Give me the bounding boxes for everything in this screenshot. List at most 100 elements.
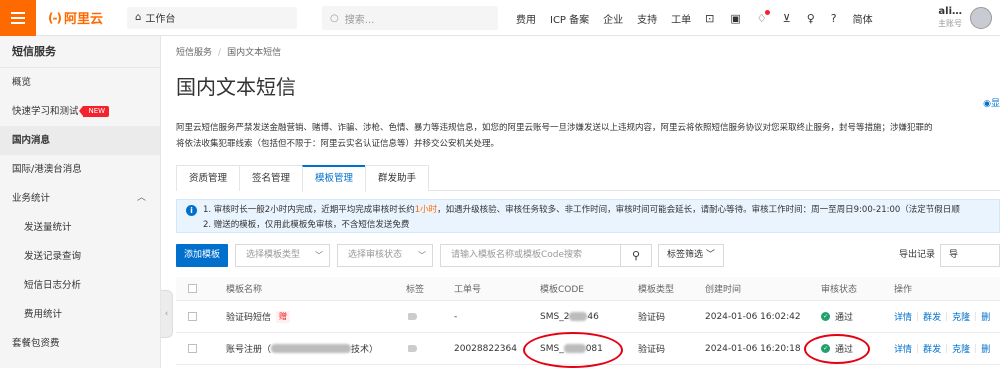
nav-icp[interactable]: ICP 备案 bbox=[550, 11, 589, 26]
menu-icon[interactable] bbox=[0, 0, 36, 36]
search-button[interactable]: ⚲ bbox=[621, 244, 653, 267]
logo-mark: (-) bbox=[48, 10, 62, 25]
clone-link[interactable]: 克隆 bbox=[952, 342, 970, 355]
chevron-up-icon: ︿ bbox=[136, 193, 146, 203]
created-time: 2024-01-06 16:02:42 bbox=[705, 311, 801, 322]
sidebar-item-label: 套餐包资费 bbox=[12, 338, 60, 349]
chevron-down-icon: ﹀ bbox=[705, 250, 715, 260]
detail-link[interactable]: 详情 bbox=[894, 342, 912, 355]
workbench-label: 工作台 bbox=[145, 14, 176, 25]
tab-bulk-send[interactable]: 群发助手 bbox=[365, 165, 430, 191]
toolbar: 添加模板 选择模板类型 ﹀ 选择审核状态 ﹀ 请输入模板名称或模板Code搜索 ⚲ … bbox=[176, 244, 1000, 267]
sidebar-item-send-volume[interactable]: 发送量统计 bbox=[0, 213, 160, 242]
breadcrumb-item: 国内文本短信 bbox=[227, 48, 282, 58]
tag-filter-button[interactable]: 标签筛选 ﹀ bbox=[658, 244, 724, 267]
show-link[interactable]: ◉显 bbox=[983, 96, 1000, 109]
bell-icon[interactable]: ♢ bbox=[757, 9, 770, 25]
clone-link[interactable]: 克隆 bbox=[952, 310, 970, 323]
sidebar-item-cost-stats[interactable]: 费用统计 bbox=[0, 300, 160, 329]
sidebar-item-package-pricing[interactable]: 套餐包资费 bbox=[0, 329, 160, 358]
language-switch[interactable]: 简体 bbox=[853, 11, 873, 26]
tab-bar: 资质管理 签名管理 模板管理 群发助手 bbox=[176, 165, 1000, 192]
home-icon: ⌂ bbox=[134, 12, 142, 23]
main-content: 短信服务 / 国内文本短信 国内文本短信 ◉显 阿里云短信服务严禁发送金融营销、赌博… bbox=[161, 36, 1000, 368]
terminal-icon[interactable]: ▣ bbox=[730, 12, 740, 25]
chevron-down-icon: ﹀ bbox=[315, 251, 324, 260]
breadcrumb-item[interactable]: 短信服务 bbox=[176, 48, 212, 58]
column-header: 审核状态 bbox=[821, 285, 858, 295]
sidebar-item-statistics[interactable]: 业务统计 ︿ bbox=[0, 184, 160, 213]
template-code: SMS_2 46 bbox=[540, 311, 599, 322]
sidebar-title: 短信服务 bbox=[0, 36, 160, 68]
column-header: 模板名称 bbox=[226, 285, 263, 295]
ticket-number: 20028822364 bbox=[454, 343, 517, 354]
sidebar-item-domestic[interactable]: 国内消息 bbox=[0, 126, 160, 155]
template-type: 验证码 bbox=[638, 345, 666, 355]
user-menu[interactable]: ali… 主账号 bbox=[938, 2, 992, 34]
user-name: ali… bbox=[938, 6, 962, 17]
table-header: 模板名称 标签 工单号 模板CODE 模板类型 创建时间 审核状态 操作 bbox=[176, 277, 1000, 301]
template-type-select[interactable]: 选择模板类型 ﹀ bbox=[235, 244, 331, 267]
created-time: 2024-01-06 16:20:18 bbox=[705, 343, 801, 354]
search-placeholder: 搜索... bbox=[344, 14, 375, 26]
export-records-link[interactable]: 导出记录 bbox=[899, 244, 935, 267]
detail-link[interactable]: 详情 bbox=[894, 310, 912, 323]
cart-icon[interactable]: ⊻ bbox=[783, 12, 791, 25]
sidebar-item-quickstart[interactable]: 快速学习和测试 NEW bbox=[0, 97, 160, 126]
sidebar-item-send-records[interactable]: 发送记录查询 bbox=[0, 242, 160, 271]
bulk-send-link[interactable]: 群发 bbox=[923, 310, 941, 323]
row-checkbox[interactable] bbox=[188, 344, 197, 353]
aliyun-logo[interactable]: (-) 阿里云 bbox=[48, 8, 103, 28]
sidebar-item-label: 国际/港澳台消息 bbox=[12, 164, 82, 175]
sidebar-item-label: 发送记录查询 bbox=[24, 251, 82, 262]
annotation-circle-status bbox=[804, 334, 870, 364]
sidebar-item-log-analysis[interactable]: 短信日志分析 bbox=[0, 271, 160, 300]
logo-text: 阿里云 bbox=[63, 12, 103, 27]
nav-fee[interactable]: 费用 bbox=[516, 11, 536, 26]
table-row: 验证码短信赠 - SMS_2 46 验证码 2024-01-06 16:02:42… bbox=[176, 301, 1000, 333]
sidebar: 短信服务 概览 快速学习和测试 NEW 国内消息 国际/港澳台消息 业务统计 ︿ … bbox=[0, 36, 161, 368]
column-header: 工单号 bbox=[454, 285, 482, 295]
tab-signature[interactable]: 签名管理 bbox=[239, 165, 304, 191]
new-badge: NEW bbox=[78, 106, 110, 117]
bulk-send-link[interactable]: 群发 bbox=[923, 342, 941, 355]
bulb-icon[interactable]: ♀ bbox=[807, 12, 815, 25]
review-status-select[interactable]: 选择审核状态 ﹀ bbox=[337, 244, 434, 267]
workbench-button[interactable]: ⌂ 工作台 bbox=[126, 6, 297, 29]
info-icon: i bbox=[186, 205, 197, 216]
row-checkbox[interactable] bbox=[188, 312, 197, 321]
user-role: 主账号 bbox=[938, 19, 962, 28]
sidebar-item-overview[interactable]: 概览 bbox=[0, 68, 160, 97]
avatar[interactable] bbox=[970, 7, 992, 29]
sidebar-item-label: 国内消息 bbox=[12, 135, 51, 146]
delete-link[interactable]: 删 bbox=[981, 310, 990, 323]
sidebar-item-international[interactable]: 国际/港澳台消息 bbox=[0, 155, 160, 184]
template-name: 验证码短信 bbox=[226, 313, 272, 323]
column-header: 模板CODE bbox=[540, 285, 584, 295]
scan-icon[interactable]: ⊡ bbox=[705, 12, 714, 25]
check-circle-icon: ✓ bbox=[821, 312, 830, 321]
search-icon: ○ bbox=[330, 12, 339, 24]
sidebar-item-label: 快速学习和测试 bbox=[12, 106, 79, 117]
search-input[interactable]: ○ 搜索... bbox=[322, 6, 498, 30]
column-header: 操作 bbox=[894, 285, 913, 295]
help-icon[interactable]: ? bbox=[831, 12, 837, 25]
redacted-text bbox=[271, 344, 352, 353]
redacted-text bbox=[569, 312, 588, 321]
template-search-input[interactable]: 请输入模板名称或模板Code搜索 bbox=[440, 244, 622, 267]
select-all-checkbox[interactable] bbox=[188, 284, 197, 293]
ticket-number: - bbox=[454, 311, 458, 322]
delete-link[interactable]: 删 bbox=[981, 342, 990, 355]
template-type: 验证码 bbox=[638, 313, 666, 323]
tag-icon[interactable] bbox=[408, 313, 417, 320]
sidebar-item-label: 短信日志分析 bbox=[24, 280, 82, 291]
warning-line: 将依法收集犯罪线索（包括但不限于：阿里云实名认证信息等）并移交公安机关处理。 bbox=[176, 139, 500, 149]
add-template-button[interactable]: 添加模板 bbox=[176, 244, 229, 267]
tab-template[interactable]: 模板管理 bbox=[302, 165, 367, 192]
tab-qualification[interactable]: 资质管理 bbox=[176, 165, 241, 191]
import-button[interactable]: 导 bbox=[940, 244, 1000, 267]
nav-ticket[interactable]: 工单 bbox=[671, 11, 691, 26]
nav-enterprise[interactable]: 企业 bbox=[603, 11, 623, 26]
nav-support[interactable]: 支持 bbox=[637, 11, 657, 26]
tag-icon[interactable] bbox=[408, 345, 417, 352]
